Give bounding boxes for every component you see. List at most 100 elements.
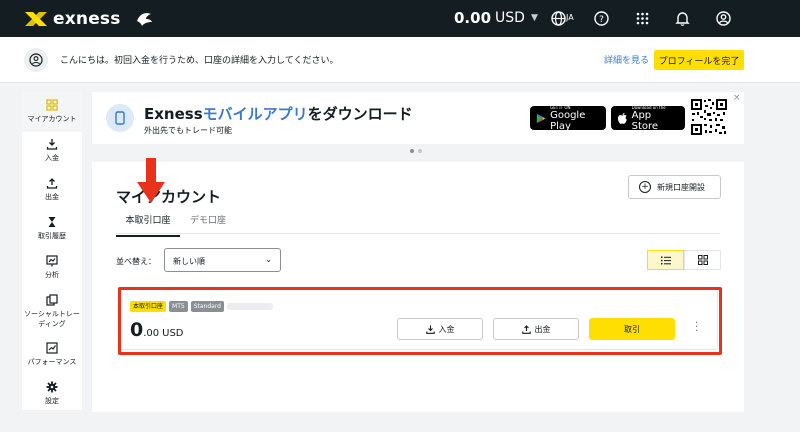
banner-title: Exnessモバイルアプリをダウンロード bbox=[144, 103, 413, 124]
account-kind-badge: Standard bbox=[190, 301, 224, 312]
sidebar-item-social-trading[interactable]: ソーシャルトレーディング bbox=[22, 294, 82, 329]
apple-icon bbox=[617, 112, 627, 124]
sidebar-item-deposit[interactable]: 入金 bbox=[22, 138, 82, 163]
sidebar-item-settings[interactable]: 設定 bbox=[22, 381, 82, 406]
view-toggle bbox=[647, 250, 721, 270]
google-play-icon bbox=[536, 113, 546, 123]
chevron-down-icon: ▼ bbox=[530, 13, 538, 23]
help-icon[interactable]: ? bbox=[593, 10, 610, 27]
account-badges: 本取引口座 MT5 Standard bbox=[130, 301, 273, 312]
banner-title-highlight: モバイルアプリ bbox=[202, 105, 308, 123]
top-bar: exness 0.00 USD ▼ JA ? bbox=[0, 0, 800, 37]
withdraw-label: 出金 bbox=[534, 324, 551, 334]
chevron-down-icon: ⌄ bbox=[265, 255, 272, 264]
sort-value: 新しい順 bbox=[173, 257, 205, 266]
brand-name: exness bbox=[53, 9, 121, 29]
sidebar-item-history[interactable]: 取引履歴 bbox=[22, 216, 82, 241]
close-icon[interactable]: × bbox=[733, 93, 741, 103]
deposit-icon bbox=[425, 325, 435, 334]
svg-text:?: ? bbox=[599, 15, 604, 25]
details-link[interactable]: 詳細を見る bbox=[604, 53, 649, 66]
balance-currency: USD bbox=[162, 328, 184, 339]
phone-icon bbox=[115, 111, 125, 125]
apps-grid-icon[interactable] bbox=[634, 10, 651, 27]
qr-code-icon bbox=[690, 98, 728, 136]
list-view-button[interactable] bbox=[647, 250, 684, 270]
balance-integer: 0 bbox=[130, 319, 144, 341]
tab-divider bbox=[116, 233, 720, 234]
exness-logo[interactable]: exness bbox=[24, 9, 154, 29]
social-trading-icon bbox=[46, 294, 58, 306]
app-store-big-text: App Store bbox=[631, 109, 659, 132]
sidebar-item-label: ソーシャルトレーディング bbox=[24, 310, 80, 328]
performance-icon bbox=[46, 342, 58, 354]
sidebar-item-label: 取引履歴 bbox=[38, 232, 66, 240]
grid-icon bbox=[697, 255, 708, 265]
sidebar-item-label: 出金 bbox=[45, 193, 59, 201]
profile-icon[interactable] bbox=[715, 10, 732, 27]
deposit-icon bbox=[46, 139, 58, 150]
sidebar-item-label: 分析 bbox=[45, 271, 59, 279]
exness-logo-icon bbox=[25, 12, 47, 26]
account-type-badge: 本取引口座 bbox=[130, 301, 167, 312]
sort-select[interactable]: 新しい順 ⌄ bbox=[164, 248, 281, 272]
list-icon bbox=[660, 256, 671, 264]
google-play-button[interactable]: GET IT ON Google Play bbox=[530, 105, 606, 132]
new-account-button[interactable]: + 新規口座開設 bbox=[628, 175, 721, 199]
sidebar-item-label: 設定 bbox=[45, 397, 59, 405]
sort-label: 並べ替え： bbox=[116, 257, 156, 266]
more-options-icon[interactable]: · · · bbox=[695, 319, 698, 337]
sidebar-item-my-account[interactable]: マイアカウント bbox=[22, 92, 82, 132]
account-balance: 0 .00 USD bbox=[130, 319, 184, 341]
sidebar-item-label: 入金 bbox=[45, 154, 59, 162]
deposit-button[interactable]: 入金 bbox=[397, 318, 483, 340]
sidebar-item-performance[interactable]: パフォーマンス bbox=[22, 342, 82, 367]
complete-profile-button[interactable]: プロフィールを完了 bbox=[654, 50, 744, 70]
gear-icon bbox=[46, 381, 58, 393]
carousel-dot-active[interactable] bbox=[410, 149, 414, 153]
sidebar: マイアカウント 入金 出金 取引履歴 分析 ソーシャルトレーディング パフォーマ… bbox=[22, 92, 82, 410]
banner-title-prefix: Exness bbox=[144, 105, 203, 123]
phone-icon-badge bbox=[106, 104, 134, 132]
balance-amount: 0.00 bbox=[454, 9, 492, 27]
sidebar-item-analytics[interactable]: 分析 bbox=[22, 255, 82, 280]
withdraw-icon bbox=[46, 178, 58, 189]
mobile-app-banner: Exnessモバイルアプリをダウンロード 外出先でもトレード可能 GET IT … bbox=[92, 92, 744, 144]
plus-icon: + bbox=[639, 181, 651, 193]
hourglass-icon bbox=[48, 217, 56, 227]
sidebar-item-withdraw[interactable]: 出金 bbox=[22, 177, 82, 202]
language-code[interactable]: JA bbox=[566, 13, 574, 22]
banner-title-suffix: をダウンロード bbox=[307, 105, 413, 123]
new-account-label: 新規口座開設 bbox=[657, 182, 705, 192]
tab-demo-accounts[interactable]: デモ口座 bbox=[190, 213, 226, 226]
grid-view-button[interactable] bbox=[684, 250, 721, 270]
sidebar-item-label: パフォーマンス bbox=[27, 358, 77, 366]
bell-icon[interactable] bbox=[674, 10, 691, 27]
analytics-icon bbox=[46, 255, 58, 267]
app-store-button[interactable]: Download on the App Store bbox=[611, 105, 685, 132]
notice-message: こんにちは。初回入金を行うため、口座の詳細を入力してください。 bbox=[60, 56, 339, 66]
balance-currency: USD bbox=[495, 10, 525, 26]
user-icon bbox=[29, 53, 43, 67]
dashboard-icon bbox=[46, 99, 58, 111]
account-row[interactable]: 本取引口座 MT5 Standard 0 .00 USD 入金 出金 取引 · ·… bbox=[118, 288, 718, 350]
page-title: マイアカウント bbox=[116, 188, 222, 206]
withdraw-button[interactable]: 出金 bbox=[493, 318, 579, 340]
withdraw-icon bbox=[521, 324, 531, 334]
globe-icon[interactable] bbox=[550, 10, 567, 27]
banner-subtitle: 外出先でもトレード可能 bbox=[144, 126, 232, 135]
bird-mascot-icon bbox=[136, 13, 152, 26]
platform-badge: MT5 bbox=[169, 301, 188, 312]
carousel-dot[interactable] bbox=[418, 149, 422, 153]
deposit-label: 入金 bbox=[438, 324, 455, 334]
profile-notice-bar: こんにちは。初回入金を行うため、口座の詳細を入力してください。 詳細を見る プロ… bbox=[0, 37, 800, 83]
account-balance-dropdown[interactable]: 0.00 USD ▼ bbox=[454, 9, 538, 27]
google-play-big-text: Google Play bbox=[550, 109, 586, 132]
avatar bbox=[24, 48, 48, 72]
carousel-dots bbox=[410, 149, 422, 153]
red-arrow-icon bbox=[137, 158, 165, 203]
accounts-card: マイアカウント + 新規口座開設 本取引口座 デモ口座 並べ替え： 新しい順 ⌄… bbox=[92, 162, 744, 412]
trade-button[interactable]: 取引 bbox=[589, 318, 675, 340]
sidebar-item-label: マイアカウント bbox=[27, 115, 77, 123]
balance-decimal: .00 bbox=[143, 328, 160, 339]
